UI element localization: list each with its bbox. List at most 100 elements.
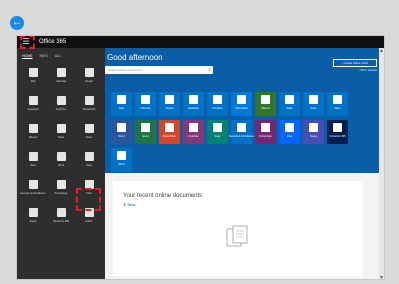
security-compliance-icon: [237, 123, 246, 132]
launcher-tile-label: Delve: [85, 136, 93, 139]
flow-icon: [285, 123, 294, 132]
vertical-scrollbar[interactable]: ▲ ▼: [379, 48, 384, 279]
powerpoint-icon: [165, 123, 174, 132]
app-tile-label: Calendar: [140, 107, 151, 110]
app-tile-label: Admin: [117, 163, 126, 166]
launcher-tile-label: Security & Compliance: [20, 192, 46, 195]
app-tile-newsfeed[interactable]: Newsfeed: [183, 92, 204, 116]
app-tile-dynamics-365[interactable]: Dynamics 365: [327, 120, 348, 144]
app-title[interactable]: Office 365: [39, 37, 66, 47]
app-tile-video[interactable]: Video: [327, 92, 348, 116]
app-tile-powerapps[interactable]: PowerApps: [255, 120, 276, 144]
app-tile-planner[interactable]: Planner: [255, 92, 276, 116]
teams-icon: [28, 208, 38, 217]
security-icon: [28, 180, 38, 189]
tab-home[interactable]: HOME: [22, 54, 33, 58]
install-office-button[interactable]: ⤓ Install Office 2016: [333, 59, 377, 67]
mail-icon: [117, 95, 126, 104]
app-tile-tasks[interactable]: Tasks: [279, 92, 300, 116]
launcher-tile-sharepoint[interactable]: SharePoint: [78, 94, 100, 116]
launcher-tile-onedrive[interactable]: OneDrive: [50, 94, 72, 116]
app-tile-sway[interactable]: Sway: [207, 120, 228, 144]
app-tile-label: Tasks: [286, 107, 293, 110]
app-tile-delve[interactable]: Delve: [303, 92, 324, 116]
app-tile-label: People: [165, 107, 174, 110]
app-tile-calendar[interactable]: Calendar: [135, 92, 156, 116]
app-tile-word[interactable]: Word: [111, 120, 132, 144]
onedrive-icon: [56, 96, 66, 105]
app-tile-security-compliance[interactable]: Security & Compliance: [229, 120, 254, 144]
launcher-tile-teams[interactable]: Teams: [22, 206, 44, 228]
app-tile-flow[interactable]: Flow: [279, 120, 300, 144]
documents-illustration: [226, 225, 248, 247]
video-icon: [28, 152, 38, 161]
app-tile-onenote[interactable]: OneNote: [183, 120, 204, 144]
sharepoint-icon: [84, 96, 94, 105]
tab-info[interactable]: INFO: [40, 54, 48, 58]
planner-icon: [28, 124, 38, 133]
delve-icon: [84, 124, 94, 133]
app-tile-people[interactable]: People: [159, 92, 180, 116]
launcher-tile-sway[interactable]: Sway: [78, 150, 100, 172]
new-document-link[interactable]: ⊕ New: [123, 202, 135, 207]
app-tile-sharepoint[interactable]: SharePoint: [231, 92, 252, 116]
newsfeed-icon: [28, 96, 38, 105]
launcher-tile-powerapps[interactable]: PowerApps: [50, 178, 72, 200]
other-installs-link[interactable]: Other installs: [359, 68, 377, 72]
search-icon[interactable]: ⌕: [208, 66, 211, 74]
app-tile-label: Excel: [142, 135, 149, 138]
app-tile-label: Flow: [286, 135, 293, 138]
sharepoint-icon: [237, 95, 246, 104]
onedrive-icon: [213, 95, 222, 104]
recent-title: Your recent online documents: [123, 193, 203, 199]
tab-all[interactable]: ALL: [55, 54, 61, 58]
app-tile-row: Mail Calendar People Newsfeed OneDrive ShareP…: [111, 92, 375, 116]
launcher-tile-word[interactable]: Word: [50, 150, 72, 172]
back-icon[interactable]: ←: [10, 16, 24, 30]
launcher-tile-people[interactable]: People: [78, 66, 100, 88]
launcher-tile-dynamics-365[interactable]: Dynamics 365: [50, 206, 72, 228]
launcher-tile-tasks[interactable]: Tasks: [50, 122, 72, 144]
launcher-tile-video[interactable]: Video: [22, 150, 44, 172]
powerapps-icon: [261, 123, 270, 132]
teams-icon: [309, 123, 318, 132]
launcher-tile-label: Mail: [30, 80, 36, 83]
tasks-icon: [56, 124, 66, 133]
search-input[interactable]: Search online documents ⌕: [105, 66, 213, 74]
app-tile-label: PowerApps: [259, 135, 272, 138]
app-tile-onedrive[interactable]: OneDrive: [207, 92, 228, 116]
launcher-tile-delve[interactable]: Delve: [78, 122, 100, 144]
planner-icon: [261, 95, 270, 104]
mail-icon: [28, 68, 38, 77]
launcher-tile-label: Teams: [29, 220, 37, 223]
app-tile-label: Word: [118, 135, 125, 138]
admin-icon: [117, 151, 126, 160]
launcher-tile-label: People: [85, 80, 93, 83]
launcher-tile-security-compliance[interactable]: Security & Compliance: [20, 178, 46, 200]
app-tile-powerpoint[interactable]: PowerPoint: [159, 120, 180, 144]
launcher-tile-planner[interactable]: Planner: [22, 122, 44, 144]
word-icon: [56, 152, 66, 161]
calendar-icon: [141, 95, 150, 104]
app-tile-label: OneNote: [188, 135, 199, 138]
browser-viewport: ☰ Office 365 Good afternoon Search onlin…: [16, 35, 385, 280]
app-tile-admin[interactable]: Admin: [111, 148, 132, 172]
launcher-tile-newsfeed[interactable]: Newsfeed: [22, 94, 44, 116]
sway-icon: [84, 152, 94, 161]
scroll-down-icon[interactable]: ▼: [379, 275, 384, 279]
sway-icon: [213, 123, 222, 132]
app-tile-label: Teams: [309, 135, 318, 138]
scroll-up-icon[interactable]: ▲: [379, 48, 384, 54]
launcher-tile-label: Tasks: [57, 136, 65, 139]
top-bar: ☰ Office 365: [17, 36, 384, 48]
app-tile-label: Delve: [310, 107, 317, 110]
launcher-tile-label: Video: [29, 164, 37, 167]
newsfeed-icon: [189, 95, 198, 104]
recent-documents-section: Your recent online documents ⊕ New: [105, 173, 381, 279]
app-tile-excel[interactable]: Excel: [135, 120, 156, 144]
app-tile-mail[interactable]: Mail: [111, 92, 132, 116]
launcher-tile-calendar[interactable]: Calendar: [50, 66, 72, 88]
launcher-tile-mail[interactable]: Mail: [22, 66, 44, 88]
app-tile-teams[interactable]: Teams: [303, 120, 324, 144]
app-tile-label: Planner: [261, 107, 270, 110]
